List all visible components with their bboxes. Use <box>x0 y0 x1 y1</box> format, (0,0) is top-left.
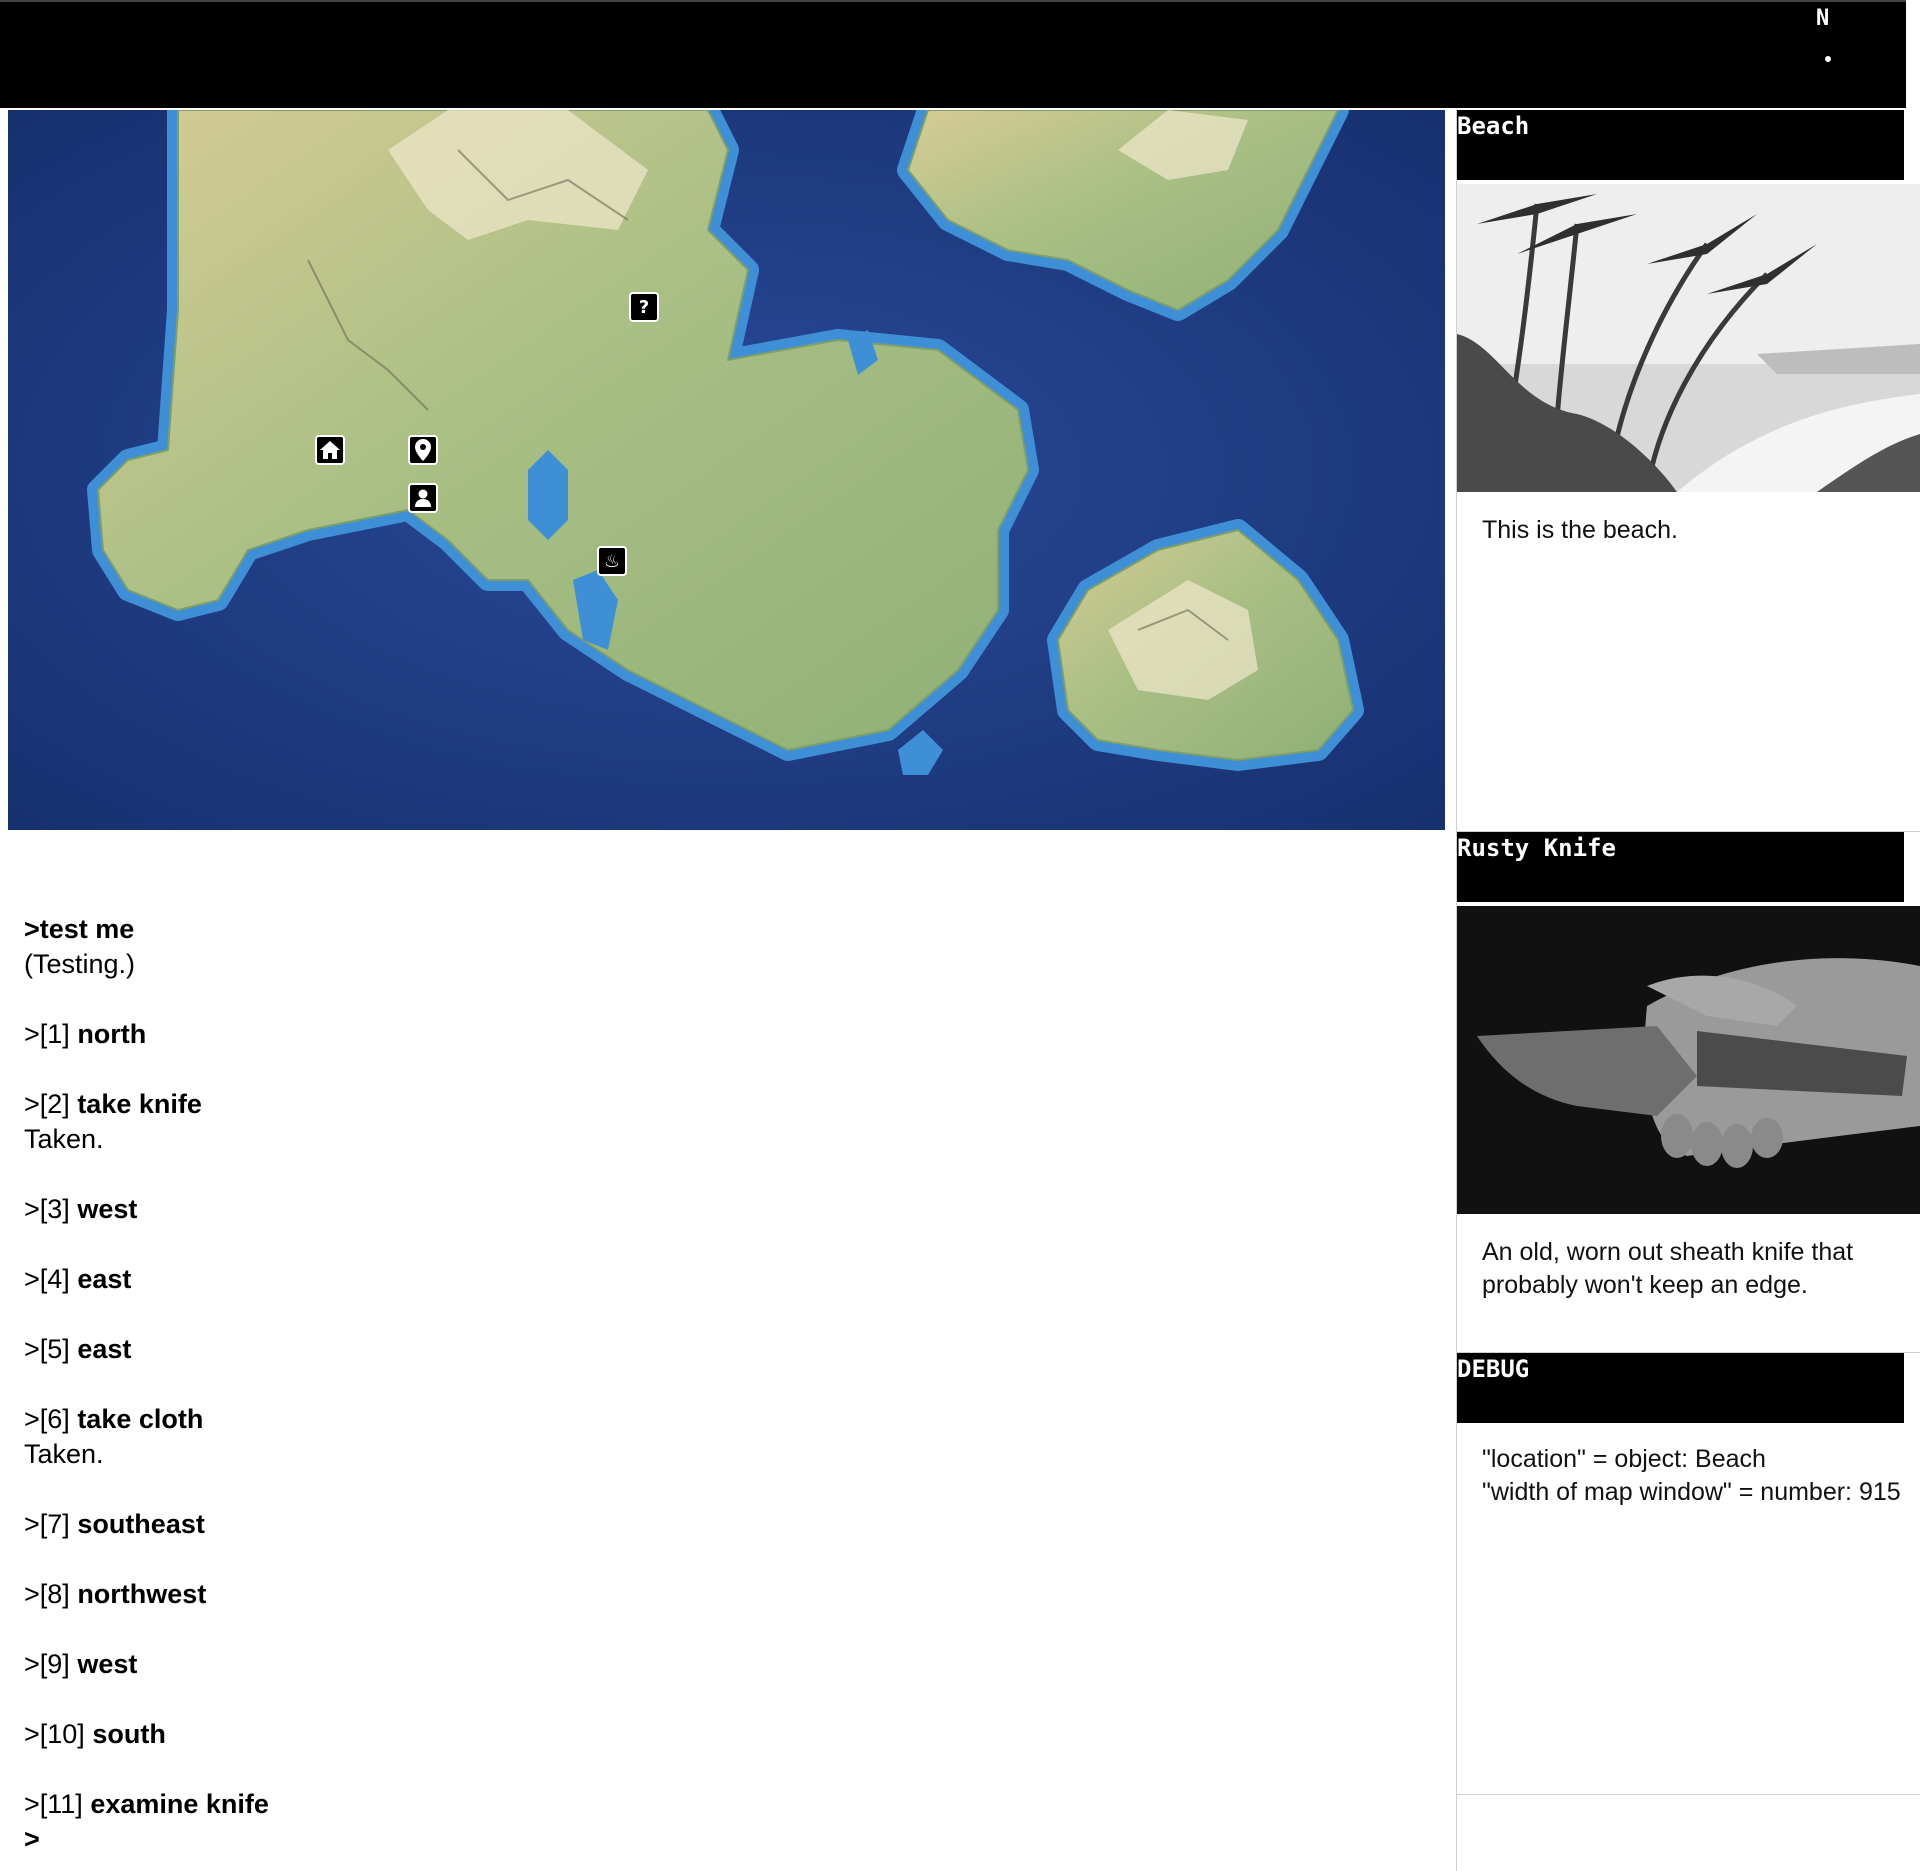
command-number: >[8] <box>24 1579 70 1609</box>
command-text: take cloth <box>77 1404 204 1434</box>
response-line: Taken. <box>24 1439 104 1469</box>
rusty-knife-image <box>1457 906 1920 1214</box>
command-text: southeast <box>77 1509 205 1539</box>
command-line: >[5] east <box>24 1332 1424 1367</box>
command-number: >[10] <box>24 1719 85 1749</box>
command-line: >[3] west <box>24 1192 1424 1227</box>
location-panel-title: Beach <box>1457 110 1904 180</box>
debug-output: "location" = object: Beach "width of map… <box>1482 1443 1902 1509</box>
command-number: >[2] <box>24 1089 70 1119</box>
command-line: >[8] northwest <box>24 1577 1424 1612</box>
item-panel-title: Rusty Knife <box>1457 832 1904 902</box>
command-line: >[10] south <box>24 1717 1424 1752</box>
command-line: >[7] southeast <box>24 1507 1424 1542</box>
response-line: (Testing.) <box>24 949 136 979</box>
command-text: examine knife <box>90 1789 269 1819</box>
command-text: north <box>77 1019 147 1049</box>
pin-glyph <box>415 439 431 461</box>
item-description: An old, worn out sheath knife that proba… <box>1482 1238 1854 1299</box>
island-map-graphic <box>8 110 1445 830</box>
hot-spring-icon[interactable]: ♨ <box>597 546 627 576</box>
home-icon[interactable] <box>315 435 345 465</box>
debug-panel-title: DEBUG <box>1457 1353 1904 1423</box>
command-number: >[7] <box>24 1509 70 1539</box>
map-window[interactable]: ? ♨ <box>8 110 1445 830</box>
command-text: east <box>77 1334 132 1364</box>
command-number: >[11] <box>24 1789 83 1819</box>
command-number: >[1] <box>24 1019 70 1049</box>
compass-label: N <box>1816 6 1830 31</box>
command-line: >test me <box>24 914 135 944</box>
response-line: Taken. <box>24 1124 104 1154</box>
question-icon[interactable]: ? <box>629 292 659 322</box>
command-text: east <box>77 1264 132 1294</box>
location-pin-icon[interactable] <box>408 435 438 465</box>
compass-dot-icon <box>1825 56 1831 62</box>
command-text: west <box>77 1649 138 1679</box>
command-prompt[interactable]: > <box>24 1822 1424 1857</box>
command-line: >[1] north <box>24 1017 1424 1052</box>
game-transcript: >test me (Testing.) >[1] north >[2] take… <box>24 912 1424 1857</box>
command-line: >[2] take knife <box>24 1087 1424 1122</box>
status-bar: N <box>0 0 1906 108</box>
command-line: >[6] take cloth <box>24 1402 1424 1437</box>
beach-image <box>1457 184 1920 492</box>
debug-line: "location" = object: Beach <box>1482 1445 1766 1473</box>
panel-divider <box>1456 1794 1920 1795</box>
command-text: northwest <box>77 1579 207 1609</box>
command-text: south <box>92 1719 166 1749</box>
debug-line: "width of map window" = number: 915 <box>1482 1478 1901 1506</box>
home-glyph <box>320 441 340 459</box>
command-text: west <box>77 1194 138 1224</box>
command-text: take knife <box>77 1089 202 1119</box>
command-number: >[3] <box>24 1194 70 1224</box>
command-line: >[9] west <box>24 1647 1424 1682</box>
command-number: >[6] <box>24 1404 70 1434</box>
command-number: >[5] <box>24 1334 70 1364</box>
command-line: >[4] east <box>24 1262 1424 1297</box>
command-number: >[4] <box>24 1264 70 1294</box>
location-description: This is the beach. <box>1482 516 1678 544</box>
person-icon[interactable] <box>408 483 438 513</box>
command-number: >[9] <box>24 1649 70 1679</box>
command-line: >[11] examine knife <box>24 1787 1424 1822</box>
person-glyph <box>415 489 431 507</box>
